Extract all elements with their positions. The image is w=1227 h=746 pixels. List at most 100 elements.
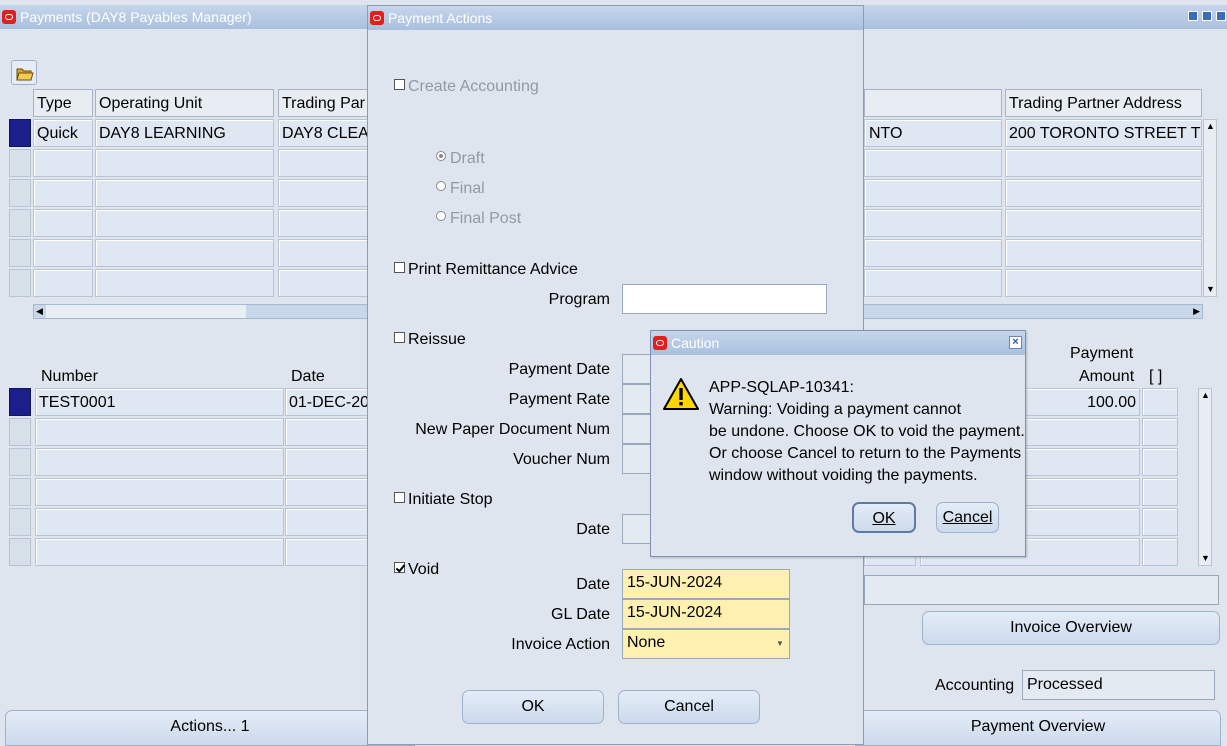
table-cell[interactable] (95, 149, 274, 177)
table-cell[interactable] (1005, 179, 1202, 207)
stop-date-field[interactable] (622, 514, 652, 544)
create-accounting-checkbox[interactable]: Create Accounting (394, 78, 539, 96)
record-indicator[interactable] (9, 478, 31, 506)
table-cell[interactable] (33, 149, 93, 177)
invoice-action-select[interactable]: None ▼ (622, 629, 790, 659)
table-cell[interactable] (864, 269, 1002, 297)
table-cell[interactable] (95, 239, 274, 267)
description-field[interactable] (864, 575, 1219, 605)
gl-date-field[interactable]: 15-JUN-2024 (622, 599, 790, 629)
table-cell[interactable] (864, 239, 1002, 267)
table-cell[interactable] (285, 418, 368, 446)
reissue-checkbox[interactable]: Reissue (394, 331, 466, 349)
table-cell[interactable] (1142, 448, 1178, 476)
table-cell[interactable] (95, 269, 274, 297)
cell-operating-unit[interactable]: DAY8 LEARNING (95, 119, 274, 147)
table-cell[interactable] (95, 179, 274, 207)
close-icon[interactable] (1216, 11, 1226, 21)
cell-flex[interactable] (1142, 388, 1178, 416)
scroll-left-icon[interactable]: ◀ (36, 306, 43, 317)
minimize-icon[interactable] (1188, 11, 1198, 21)
payment-actions-ok-button[interactable]: OK (462, 690, 604, 724)
print-remittance-checkbox[interactable]: Print Remittance Advice (394, 261, 578, 279)
caution-cancel-button[interactable]: Cancel (936, 502, 999, 533)
void-checkbox[interactable]: Void (394, 561, 439, 579)
table-cell[interactable] (1024, 478, 1140, 506)
payment-date-field[interactable] (622, 354, 652, 384)
final-post-radio[interactable]: Final Post (436, 210, 521, 228)
table-cell[interactable] (1005, 209, 1202, 237)
record-indicator[interactable] (9, 448, 31, 476)
cell-site[interactable]: NTO (864, 119, 1002, 147)
table-cell[interactable] (285, 538, 368, 566)
cell-trading-partner[interactable]: DAY8 CLEA (278, 119, 368, 147)
scroll-right-icon[interactable]: ▶ (1193, 306, 1200, 317)
table-cell[interactable] (35, 508, 284, 536)
scroll-up-icon[interactable]: ▲ (1206, 122, 1215, 131)
table-cell[interactable] (285, 448, 368, 476)
record-indicator[interactable] (9, 418, 31, 446)
final-radio[interactable]: Final (436, 180, 485, 198)
table-cell[interactable] (1005, 149, 1202, 177)
cell-type[interactable]: Quick (33, 119, 93, 147)
record-indicator[interactable] (9, 269, 31, 297)
record-indicator[interactable] (9, 209, 31, 237)
close-icon[interactable]: × (1009, 336, 1022, 349)
cell-payment-amount[interactable]: 100.00 (1024, 388, 1140, 416)
table-cell[interactable] (1024, 418, 1140, 446)
table-cell[interactable] (1005, 269, 1202, 297)
scroll-down-icon[interactable]: ▼ (1206, 285, 1215, 294)
table-cell[interactable] (33, 179, 93, 207)
accounting-status-field[interactable]: Processed (1022, 670, 1215, 700)
record-indicator[interactable] (9, 239, 31, 267)
table-cell[interactable] (33, 209, 93, 237)
voucher-num-field[interactable] (622, 444, 652, 474)
table-cell[interactable] (35, 538, 284, 566)
open-folder-icon[interactable] (11, 60, 37, 85)
table-cell[interactable] (278, 179, 368, 207)
table-cell[interactable] (864, 149, 1002, 177)
table-cell[interactable] (278, 149, 368, 177)
table-cell[interactable] (1142, 418, 1178, 446)
lower-record-indicator-selected[interactable] (9, 388, 31, 416)
table-cell[interactable] (33, 269, 93, 297)
table-cell[interactable] (278, 209, 368, 237)
record-indicator[interactable] (9, 508, 31, 536)
maximize-icon[interactable] (1202, 11, 1212, 21)
cell-address[interactable]: 200 TORONTO STREET T (1005, 119, 1202, 147)
lower-vertical-scrollbar[interactable]: ▲ ▼ (1198, 388, 1212, 566)
payment-actions-cancel-button[interactable]: Cancel (618, 690, 760, 724)
invoice-overview-button[interactable]: Invoice Overview (922, 611, 1220, 645)
void-date-field[interactable]: 15-JUN-2024 (622, 569, 790, 599)
table-cell[interactable] (864, 179, 1002, 207)
record-indicator[interactable] (9, 179, 31, 207)
payment-rate-field[interactable] (622, 384, 652, 414)
table-cell[interactable] (864, 209, 1002, 237)
table-cell[interactable] (285, 478, 368, 506)
table-cell[interactable] (1142, 538, 1178, 566)
initiate-stop-checkbox[interactable]: Initiate Stop (394, 491, 493, 509)
table-cell[interactable] (33, 239, 93, 267)
table-cell[interactable] (285, 508, 368, 536)
table-cell[interactable] (35, 418, 284, 446)
table-cell[interactable] (1005, 239, 1202, 267)
cell-payment-number[interactable]: TEST0001 (35, 388, 284, 416)
table-cell[interactable] (278, 239, 368, 267)
record-indicator[interactable] (9, 538, 31, 566)
scroll-up-icon[interactable]: ▲ (1201, 391, 1210, 400)
draft-radio[interactable]: Draft (436, 150, 485, 168)
table-cell[interactable] (1142, 478, 1178, 506)
table-cell[interactable] (1142, 508, 1178, 536)
table-cell[interactable] (278, 269, 368, 297)
scroll-down-icon[interactable]: ▼ (1201, 554, 1210, 563)
table-cell[interactable] (95, 209, 274, 237)
record-indicator[interactable] (9, 149, 31, 177)
cell-payment-date[interactable]: 01-DEC-20 (285, 388, 368, 416)
upper-vertical-scrollbar[interactable]: ▲ ▼ (1203, 119, 1217, 297)
record-indicator-selected[interactable] (9, 119, 31, 147)
chevron-down-icon[interactable]: ▼ (773, 633, 787, 655)
table-cell[interactable] (35, 448, 284, 476)
table-cell[interactable] (1024, 448, 1140, 476)
program-field[interactable] (622, 284, 827, 314)
table-cell[interactable] (1024, 508, 1140, 536)
